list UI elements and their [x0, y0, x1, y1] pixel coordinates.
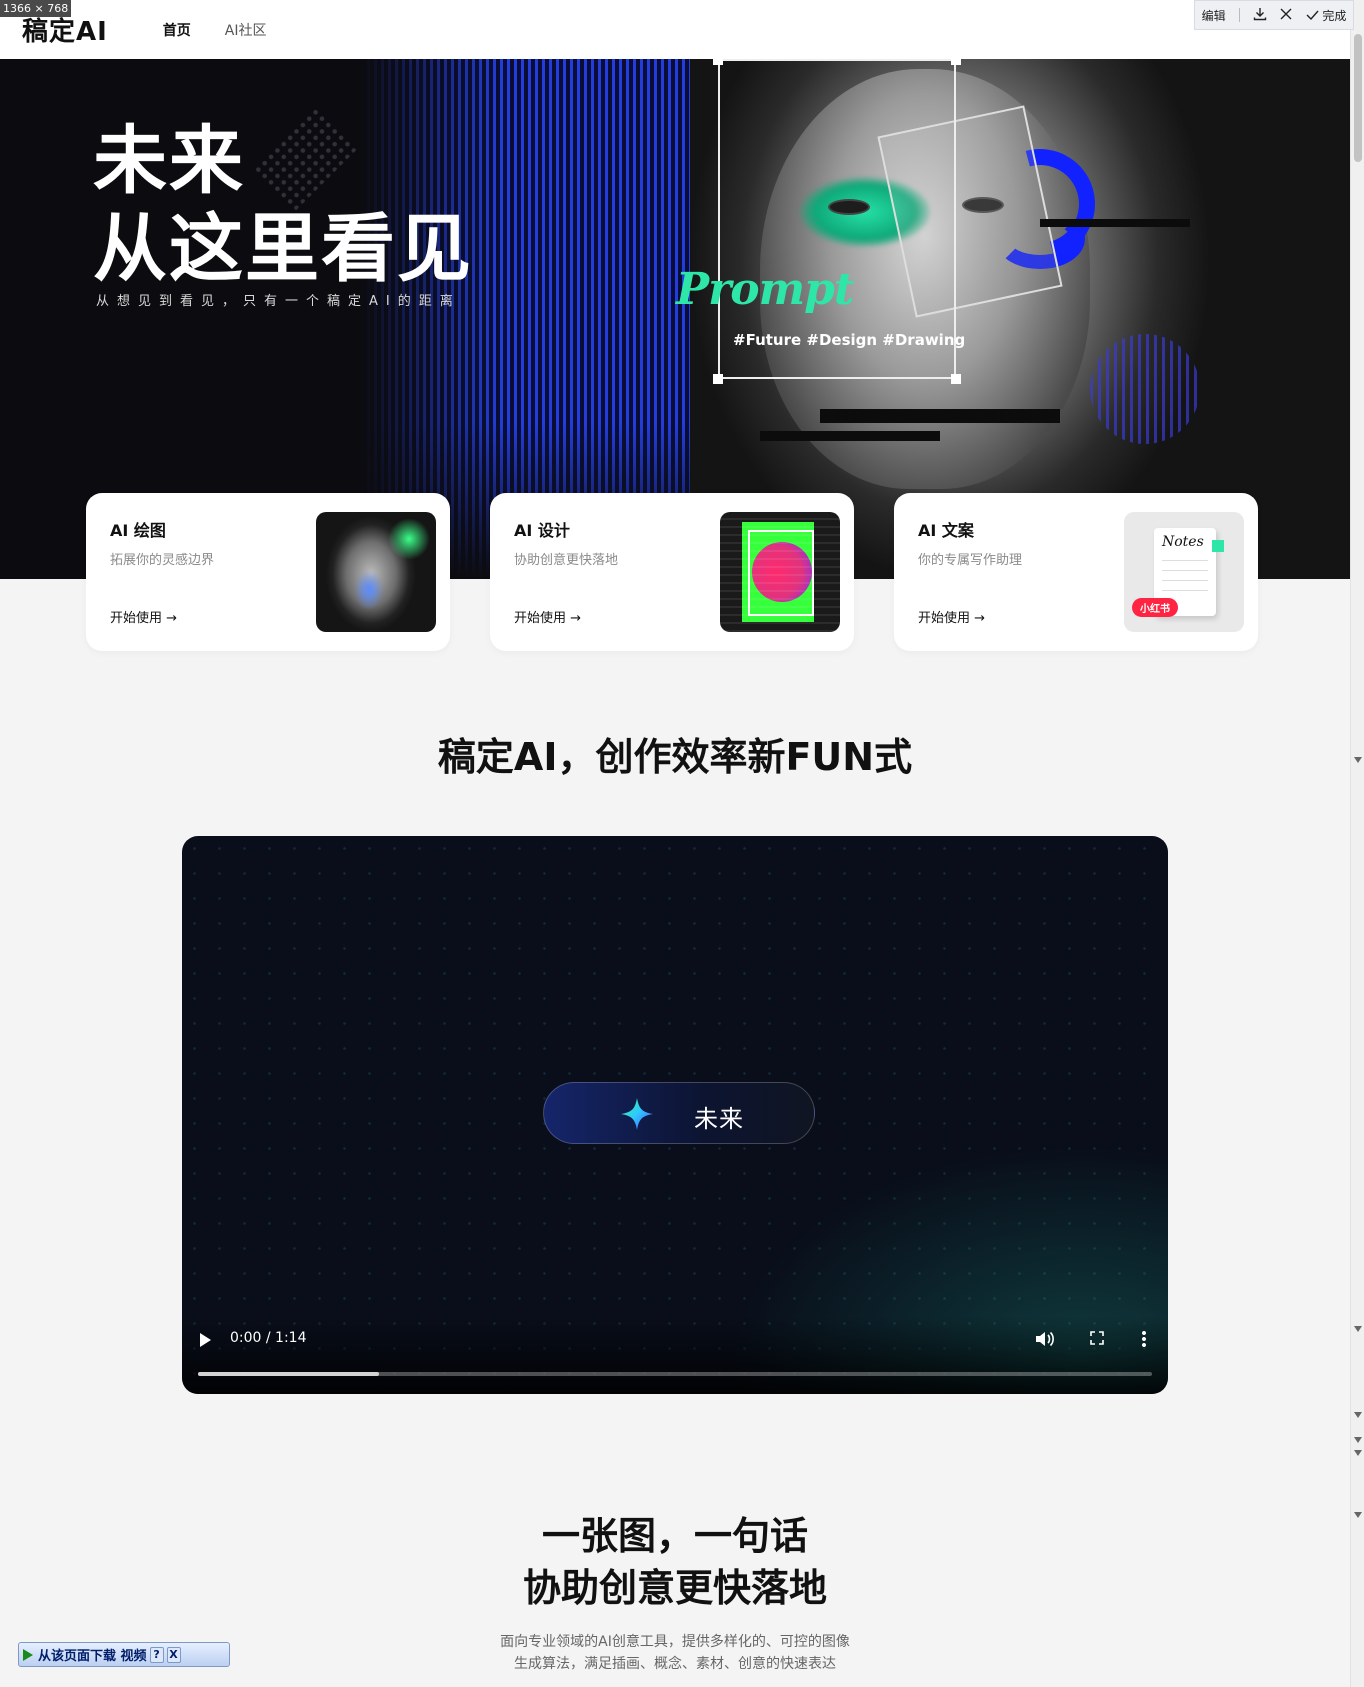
hero-title: 未来 从这里看见 [93, 118, 473, 292]
scroll-marker [1354, 1512, 1362, 1518]
frame-handle [713, 59, 723, 65]
frame-handle [713, 374, 723, 384]
ai-drawing-thumbnail [316, 512, 436, 632]
card-ai-copywriting[interactable]: AI 文案 你的专属写作助理 开始使用 → Notes 小红书 [894, 493, 1258, 651]
ai-copywriting-thumbnail: Notes 小红书 [1124, 512, 1244, 632]
glitch-bar [760, 431, 940, 441]
hero-subtitle: 从想见到看见，只有一个稿定AI的距离 [96, 294, 461, 309]
video-controls: 0:00 / 1:14 [182, 1316, 1168, 1394]
download-video-bar[interactable]: 从该页面下载 视频 ? X [18, 1642, 230, 1667]
scroll-marker [1354, 1437, 1362, 1443]
start-using-link[interactable]: 开始使用 → [110, 607, 177, 626]
video-time: 0:00 / 1:14 [230, 1330, 307, 1346]
card-desc: 你的专属写作助理 [918, 553, 1023, 568]
scroll-marker [1354, 1326, 1362, 1332]
sparkle-icon [621, 1098, 653, 1130]
hero-striped-circle [1090, 334, 1200, 444]
scroll-marker [1354, 1412, 1362, 1418]
more-options-icon[interactable] [1142, 1330, 1146, 1348]
frame-handle [951, 59, 961, 65]
toolbar-divider [1238, 8, 1240, 22]
card-ai-design[interactable]: AI 设计 协助创意更快落地 开始使用 → [490, 493, 854, 651]
site-header: 稿定AI 首页 AI社区 [0, 0, 1350, 59]
card-desc: 拓展你的灵感边界 [110, 553, 215, 568]
close-button[interactable]: X [166, 1646, 181, 1663]
video-progress-fill [198, 1372, 380, 1376]
fullscreen-icon[interactable] [1090, 1331, 1104, 1345]
scrollbar-thumb[interactable] [1354, 34, 1362, 162]
nav-item-community[interactable]: AI社区 [225, 20, 267, 40]
notes-title: Notes [1162, 534, 1204, 550]
promo-video-player[interactable]: 未来 0:00 / 1:14 [182, 836, 1168, 1394]
card-desc: 协助创意更快落地 [514, 553, 619, 568]
xiaohongshu-badge: 小红书 [1132, 598, 1178, 617]
video-pill-text: 未来 [694, 1105, 744, 1133]
frame-handle [951, 374, 961, 384]
glitch-bar [1040, 219, 1190, 227]
feature-cards: AI 绘图 拓展你的灵感边界 开始使用 → AI 设计 协助创意更快落地 开始使… [86, 493, 1258, 651]
done-button[interactable]: 完成 [1306, 7, 1346, 24]
close-icon[interactable] [1280, 8, 1292, 23]
start-using-link[interactable]: 开始使用 → [918, 607, 985, 626]
main-nav: 首页 AI社区 [163, 20, 267, 40]
start-using-link[interactable]: 开始使用 → [514, 607, 581, 626]
ai-design-thumbnail [720, 512, 840, 632]
nav-item-home[interactable]: 首页 [163, 20, 191, 40]
edit-button[interactable]: 编辑 [1202, 7, 1226, 24]
page-scrollbar[interactable] [1350, 0, 1364, 1687]
screenshot-toolbar: 编辑 完成 [1194, 0, 1354, 30]
dimension-label: 1366 × 768 [0, 0, 72, 17]
hero-tags: #Future #Design #Drawing [733, 331, 966, 349]
card-title: AI 设计 [514, 521, 570, 540]
download-icon[interactable] [1253, 7, 1267, 24]
scroll-marker [1354, 1450, 1362, 1456]
card-ai-drawing[interactable]: AI 绘图 拓展你的灵感边界 开始使用 → [86, 493, 450, 651]
card-title: AI 绘图 [110, 521, 166, 540]
video-future-pill: 未来 [543, 1082, 815, 1144]
help-button[interactable]: ? [149, 1646, 164, 1663]
section-title-efficiency: 稿定AI，创作效率新FUN式 [437, 735, 913, 779]
glitch-bar [820, 409, 1060, 423]
hero-prompt-word: Prompt [676, 264, 854, 315]
check-icon [1306, 10, 1319, 20]
volume-icon[interactable] [1034, 1329, 1056, 1349]
play-icon [23, 1648, 33, 1661]
scroll-marker [1354, 757, 1362, 763]
card-title: AI 文案 [918, 521, 974, 540]
play-icon[interactable] [200, 1333, 211, 1347]
video-progress-bar[interactable] [198, 1372, 1152, 1376]
section-title-one-image: 一张图，一句话 协助创意更快落地 [522, 1514, 827, 1610]
download-video-label[interactable]: 从该页面下载 视频 [38, 1645, 147, 1664]
